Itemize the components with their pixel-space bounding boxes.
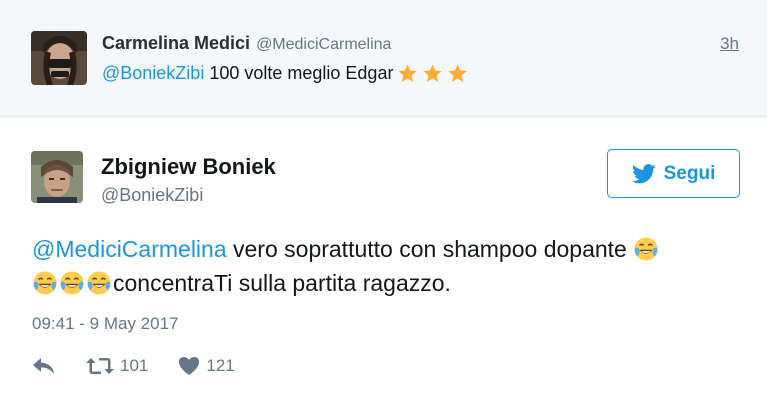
parent-author[interactable]: Carmelina Medici @MediciCarmelina xyxy=(102,33,391,54)
follow-button-label: Segui xyxy=(663,162,716,184)
retweet-icon xyxy=(86,358,114,374)
face-with-tears-of-joy-icon xyxy=(634,237,658,261)
parent-tweet-text: @BoniekZibi 100 volte meglio Edgar xyxy=(102,63,468,84)
parent-author-handle[interactable]: @MediciCarmelina xyxy=(256,36,391,53)
star-emoji-group xyxy=(397,63,468,84)
heart-icon xyxy=(179,357,200,375)
like-count: 121 xyxy=(206,356,235,375)
parent-author-avatar[interactable] xyxy=(31,31,87,85)
retweet-count: 101 xyxy=(120,356,149,375)
parent-mention-link[interactable]: @BoniekZibi xyxy=(102,63,204,84)
face-with-tears-of-joy-icon xyxy=(87,271,111,295)
retweet-button[interactable]: 101 xyxy=(86,356,148,376)
parent-tweet-body: 100 volte meglio Edgar xyxy=(204,63,394,83)
tweet-body-part1: vero soprattutto con shampoo dopante xyxy=(226,236,634,262)
star-icon xyxy=(423,64,443,82)
tweet-body-part2: concentraTi sulla partita ragazzo. xyxy=(113,270,451,296)
reply-button[interactable] xyxy=(32,357,56,375)
author-handle[interactable]: @BoniekZibi xyxy=(101,185,203,206)
follow-button[interactable]: Segui xyxy=(607,149,740,198)
reply-icon xyxy=(33,358,54,374)
like-button[interactable]: 121 xyxy=(178,356,235,376)
face-with-tears-of-joy-icon xyxy=(33,271,57,295)
tweet-timestamp[interactable]: 09:41 - 9 May 2017 xyxy=(32,314,178,334)
parent-tweet-time[interactable]: 3h xyxy=(720,34,739,54)
tweet-actions: 101 121 xyxy=(32,356,235,376)
parent-author-name[interactable]: Carmelina Medici xyxy=(102,33,250,53)
author-name[interactable]: Zbigniew Boniek xyxy=(101,154,276,180)
star-icon xyxy=(448,64,468,82)
star-icon xyxy=(398,64,418,82)
twitter-bird-icon xyxy=(631,163,656,183)
parent-tweet[interactable]: Carmelina Medici @MediciCarmelina 3h @Bon… xyxy=(0,0,767,117)
tweet-text: @MediciCarmelina vero soprattutto con sh… xyxy=(32,232,722,300)
author-avatar[interactable] xyxy=(31,151,83,203)
face-with-tears-of-joy-icon xyxy=(60,271,84,295)
mention-link[interactable]: @MediciCarmelina xyxy=(32,236,227,262)
